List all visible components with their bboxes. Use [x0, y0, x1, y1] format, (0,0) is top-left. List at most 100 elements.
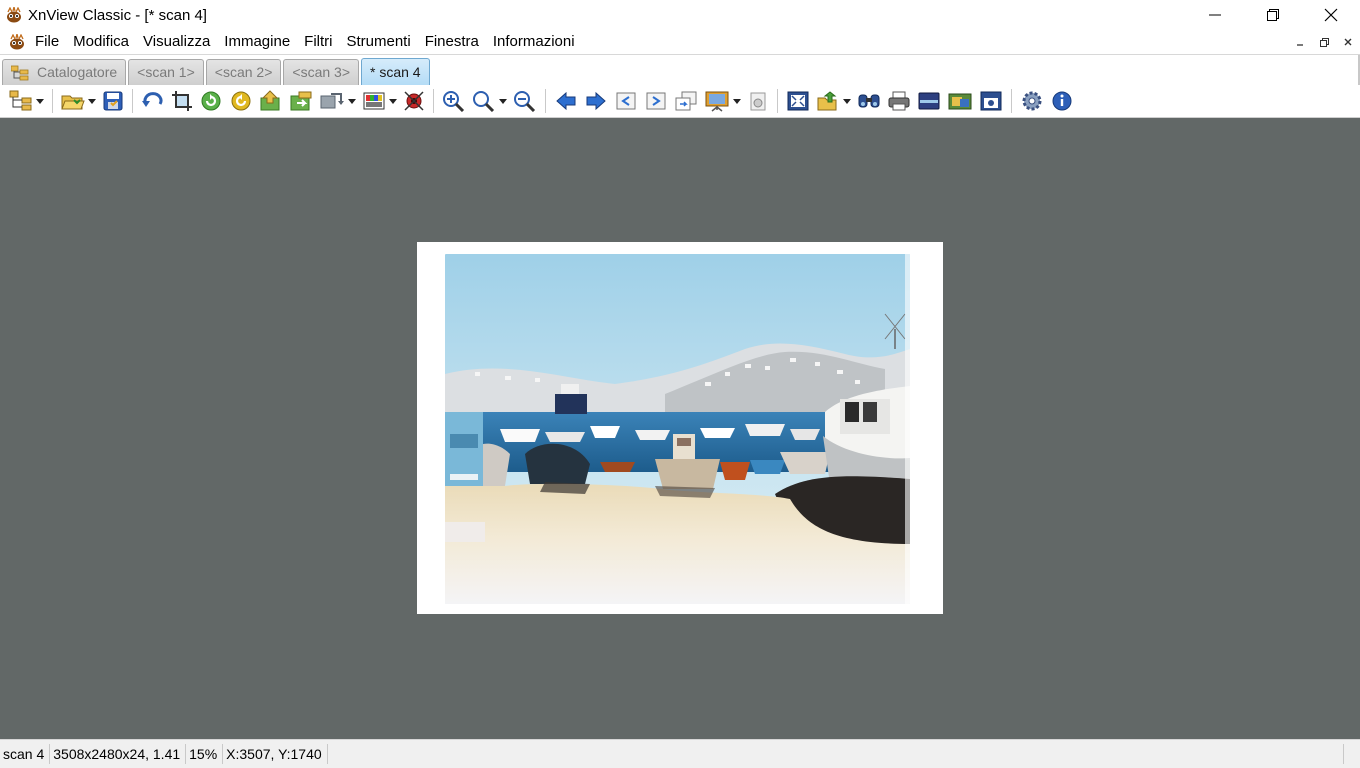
status-bar: scan 4 3508x2480x24, 1.41 15% X:3507, Y:… — [0, 739, 1360, 768]
tree-view-button[interactable] — [9, 88, 33, 114]
tab-scan-2[interactable]: <scan 2> — [205, 59, 282, 85]
undo-button[interactable] — [141, 88, 165, 114]
previous-image-button[interactable] — [259, 88, 283, 114]
search-button[interactable] — [857, 88, 881, 114]
rotate-right-icon — [231, 91, 251, 111]
zoom-in-button[interactable] — [442, 88, 466, 114]
image-viewer[interactable] — [0, 118, 1360, 739]
title-bar: XnView Classic - [* scan 4] — [0, 0, 1360, 30]
settings-button[interactable] — [1020, 88, 1044, 114]
rotate-right-button[interactable] — [229, 88, 253, 114]
chevron-down-icon — [88, 98, 96, 104]
print-button[interactable] — [887, 88, 911, 114]
first-page-button[interactable] — [614, 88, 638, 114]
minimize-button[interactable] — [1186, 0, 1244, 30]
status-filename: scan 4 — [0, 744, 51, 764]
tab-label: <scan 1> — [137, 64, 195, 80]
next-file-icon — [290, 91, 312, 111]
chevron-down-icon — [733, 98, 741, 104]
menu-modifica[interactable]: Modifica — [66, 30, 136, 54]
zoom-icon — [473, 91, 495, 112]
undo-icon — [142, 92, 163, 107]
tree-view-icon — [9, 90, 32, 111]
export-button[interactable] — [816, 88, 840, 114]
fit-screen-button[interactable] — [786, 88, 810, 114]
red-eye-button[interactable] — [403, 88, 425, 114]
info-button[interactable] — [1050, 88, 1074, 114]
menu-bar: File Modifica Visualizza Immagine Filtri… — [0, 30, 1360, 54]
zoom-button[interactable] — [472, 88, 496, 114]
zoom-out-icon — [514, 91, 536, 112]
status-zoom: 15% — [186, 744, 224, 764]
open-dropdown[interactable] — [87, 88, 97, 114]
toolbar — [0, 85, 1360, 118]
tab-scan-4[interactable]: * scan 4 — [361, 58, 430, 85]
menu-filtri[interactable]: Filtri — [297, 30, 339, 54]
close-icon — [1344, 38, 1352, 46]
tab-catalogatore[interactable]: Catalogatore — [2, 59, 127, 85]
toolbar-separator — [433, 89, 434, 113]
toolbar-separator — [52, 89, 53, 113]
adjust-colors-icon — [363, 92, 385, 110]
previous-button[interactable] — [554, 88, 578, 114]
close-button[interactable] — [1302, 0, 1360, 30]
open-button[interactable] — [61, 88, 85, 114]
rotate-left-button[interactable] — [199, 88, 223, 114]
tab-scan-1[interactable]: <scan 1> — [128, 59, 204, 85]
tab-label: <scan 3> — [292, 64, 350, 80]
crop-button[interactable] — [171, 88, 193, 114]
mdi-close-button[interactable] — [1338, 32, 1358, 52]
toolbar-separator — [545, 89, 546, 113]
mdi-restore-button[interactable] — [1314, 32, 1334, 52]
adjust-colors-dropdown[interactable] — [388, 88, 398, 114]
red-eye-icon — [404, 91, 424, 111]
screenshot-button[interactable] — [979, 88, 1003, 114]
chevron-down-icon — [389, 98, 397, 104]
tree-view-dropdown[interactable] — [35, 88, 45, 114]
scanner-button[interactable] — [917, 88, 941, 114]
zoom-out-button[interactable] — [513, 88, 537, 114]
tab-bar: Catalogatore <scan 1> <scan 2> <scan 3> … — [0, 54, 1360, 86]
screenshot-icon — [980, 91, 1002, 111]
xnview-app-icon[interactable] — [4, 6, 24, 24]
menu-immagine[interactable]: Immagine — [217, 30, 297, 54]
restore-icon — [1267, 9, 1279, 21]
toolbar-separator — [1011, 89, 1012, 113]
next-button[interactable] — [584, 88, 608, 114]
settings-icon — [1022, 91, 1042, 111]
slideshow-icon — [705, 91, 729, 112]
convert-dropdown[interactable] — [347, 88, 357, 114]
tab-scan-3[interactable]: <scan 3> — [283, 59, 359, 85]
multi-page-button[interactable] — [674, 88, 698, 114]
slideshow-dropdown[interactable] — [732, 88, 742, 114]
last-page-icon — [646, 92, 666, 110]
export-dropdown[interactable] — [842, 88, 852, 114]
adjust-colors-button[interactable] — [362, 88, 386, 114]
slideshow-button[interactable] — [704, 88, 730, 114]
save-button[interactable] — [102, 88, 124, 114]
menu-finestra[interactable]: Finestra — [418, 30, 486, 54]
open-folder-icon — [61, 95, 85, 110]
document-menu-icon[interactable] — [6, 32, 28, 52]
restore-button[interactable] — [1244, 0, 1302, 30]
mdi-minimize-button[interactable] — [1290, 32, 1310, 52]
print-icon — [888, 91, 910, 111]
menu-strumenti[interactable]: Strumenti — [339, 30, 417, 54]
capture-button[interactable] — [947, 88, 973, 114]
last-page-button[interactable] — [644, 88, 668, 114]
menu-visualizza[interactable]: Visualizza — [136, 30, 217, 54]
menu-file[interactable]: File — [28, 30, 66, 54]
convert-button[interactable] — [319, 88, 345, 114]
properties-icon — [750, 92, 766, 111]
properties-button[interactable] — [747, 88, 769, 114]
menu-informazioni[interactable]: Informazioni — [486, 30, 582, 54]
harbor-photo-image — [445, 254, 910, 604]
scanned-page — [417, 242, 943, 614]
window-title: XnView Classic - [* scan 4] — [28, 6, 207, 24]
zoom-dropdown[interactable] — [498, 88, 508, 114]
rotate-left-icon — [201, 91, 221, 111]
multi-page-icon — [675, 91, 697, 111]
next-file-button[interactable] — [289, 88, 313, 114]
search-icon — [858, 94, 880, 108]
minimize-icon — [1297, 44, 1303, 46]
